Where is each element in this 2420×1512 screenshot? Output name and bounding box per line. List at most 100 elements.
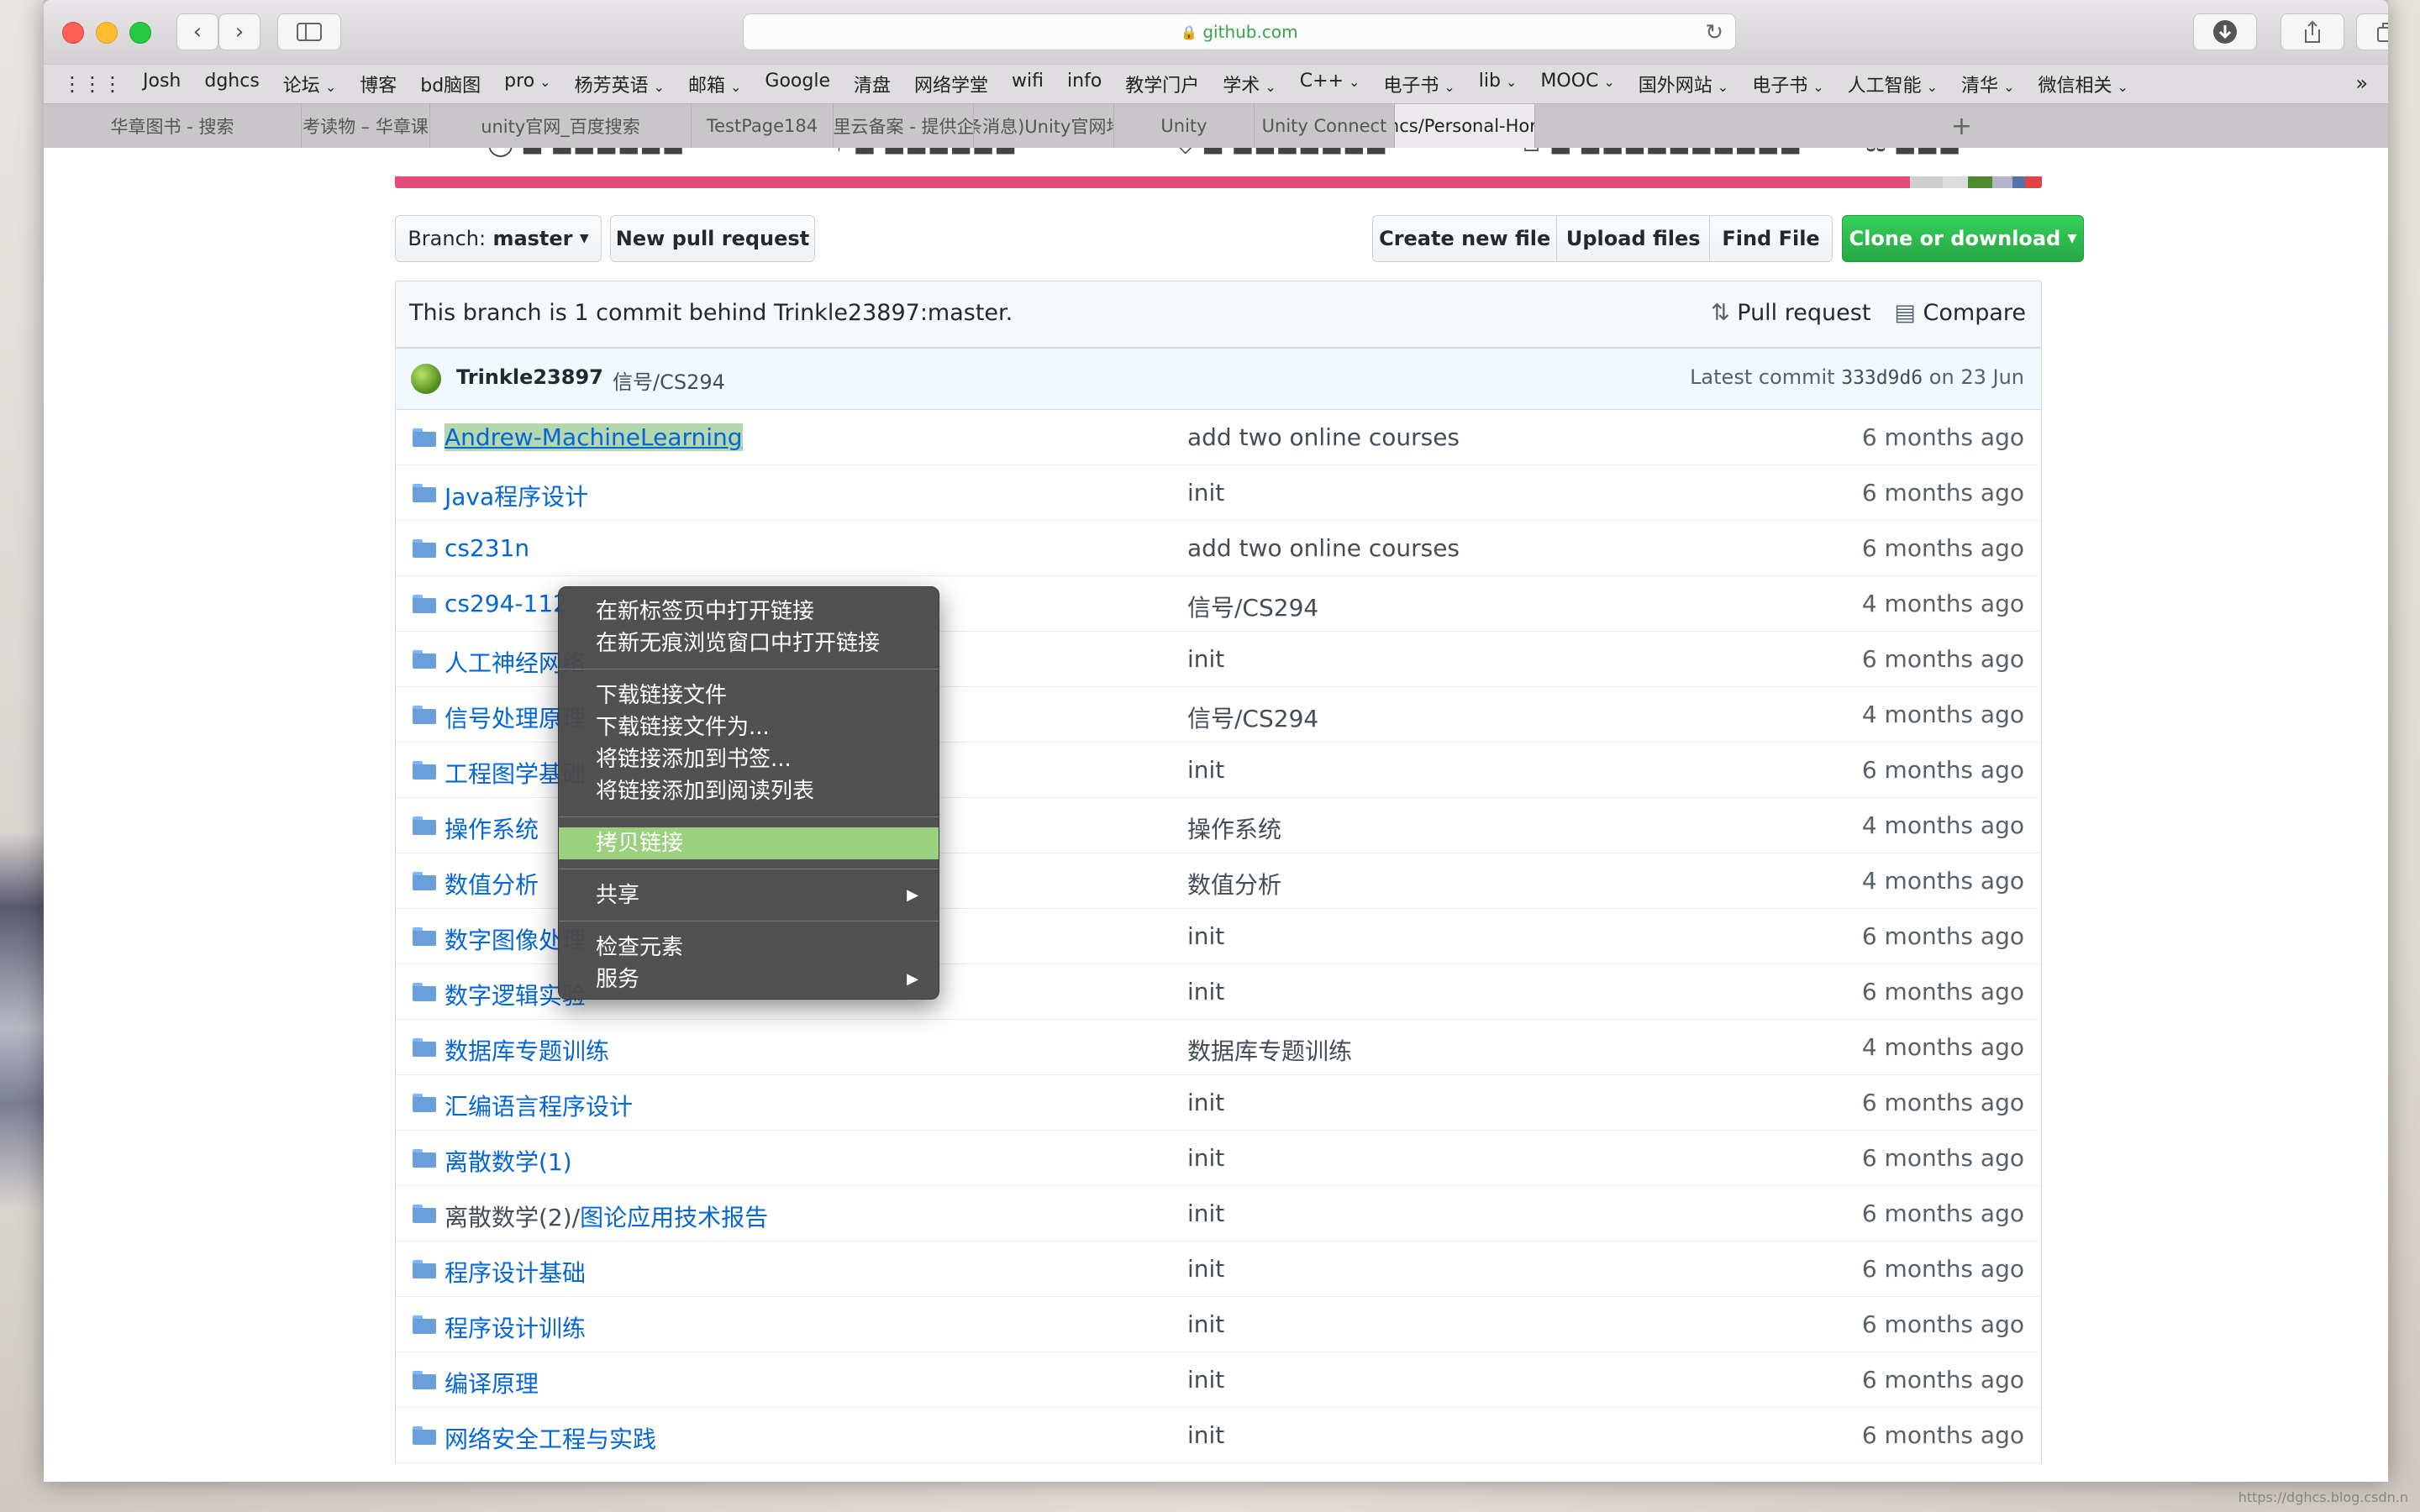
bookmark-item[interactable]: 邮箱 ⌄ [676, 71, 753, 97]
clone-or-download-button[interactable]: Clone or download ▼ [1842, 215, 2084, 262]
folder-link[interactable]: 离散数学(1) [445, 1144, 572, 1178]
bookmarks-more-button[interactable]: » [2355, 71, 2368, 95]
folder-link[interactable]: cs294-112 [445, 590, 568, 617]
language-bar-segment[interactable] [2025, 176, 2042, 188]
back-button[interactable]: ‹ [176, 13, 218, 50]
bookmark-item[interactable]: 电子书 ⌄ [1740, 71, 1835, 97]
commit-message-link[interactable]: init [1187, 1200, 1224, 1227]
commit-message-link[interactable]: 数值分析 [1187, 867, 1281, 900]
bookmark-item[interactable]: 微信相关 ⌄ [2026, 71, 2139, 97]
context-menu-item[interactable]: 将链接添加到书签... [559, 743, 939, 775]
upload-files-button[interactable]: Upload files [1557, 216, 1711, 261]
browser-tab[interactable]: 华章图书 - 搜索 [44, 104, 302, 148]
share-button[interactable] [2281, 13, 2344, 50]
commit-message-link[interactable]: init [1187, 1366, 1224, 1394]
commit-message-link[interactable]: init [1187, 1089, 1224, 1116]
commit-message-link[interactable]: 信号/CS294 [1187, 701, 1318, 734]
folder-link[interactable]: Java程序设计 [445, 479, 588, 512]
commit-message-link[interactable]: init [1187, 756, 1224, 784]
bookmark-item[interactable]: 电子书 ⌄ [1371, 71, 1466, 97]
zoom-window-button[interactable] [129, 22, 151, 44]
commit-message-link[interactable]: init [1187, 1421, 1224, 1449]
folder-link[interactable]: 网络安全工程与实践 [445, 1421, 656, 1455]
language-bar-segment[interactable] [395, 176, 1911, 188]
commit-message-link[interactable]: init [1187, 1255, 1224, 1283]
context-menu-item[interactable]: 将链接添加到阅读列表 [559, 775, 939, 807]
bookmark-item[interactable]: 教学门户 [1113, 71, 1211, 97]
bookmark-item[interactable]: lib ⌄ [1467, 71, 1529, 97]
folder-link[interactable]: 汇编语言程序设计 [445, 1089, 633, 1122]
language-bar-segment[interactable] [1943, 176, 1968, 188]
bookmark-item[interactable]: 国外网站 ⌄ [1627, 71, 1740, 97]
language-bar[interactable] [395, 176, 2042, 188]
bookmark-item[interactable]: 清华 ⌄ [1949, 71, 2026, 97]
commit-message-link[interactable]: 数据库专题训练 [1187, 1033, 1352, 1067]
context-menu-item[interactable]: 拷贝链接 [559, 827, 939, 859]
pull-request-link[interactable]: ⇅ Pull request [1711, 300, 1870, 326]
folder-link[interactable]: Andrew-MachineLearning [445, 423, 743, 451]
commit-message-link[interactable]: 信号/CS294 [613, 365, 725, 395]
context-menu-item[interactable]: 在新标签页中打开链接 [559, 596, 939, 627]
folder-link[interactable]: 程序设计基础 [445, 1255, 586, 1289]
bookmark-item[interactable]: 博客 [348, 71, 408, 97]
language-bar-segment[interactable] [2012, 176, 2026, 188]
sidebar-toggle-button[interactable] [277, 13, 341, 50]
browser-tab[interactable]: dghcs/Personal-Hom... [1395, 104, 1535, 148]
browser-tab[interactable]: 参考读物 – 华章课堂 [302, 104, 430, 148]
folder-name[interactable]: 图论应用技术报告 [580, 1204, 768, 1231]
close-window-button[interactable] [62, 22, 84, 44]
bookmark-item[interactable]: info [1055, 71, 1113, 97]
folder-link[interactable]: 编译原理 [445, 1366, 539, 1399]
minimize-window-button[interactable] [96, 22, 118, 44]
grid-icon[interactable]: ⋮⋮⋮ [62, 72, 123, 96]
branch-select-button[interactable]: Branch: master ▼ [395, 215, 602, 262]
context-menu-item[interactable]: 检查元素 [559, 932, 939, 963]
tab-overview-button[interactable] [2356, 13, 2388, 50]
commit-message-link[interactable]: init [1187, 978, 1224, 1005]
new-tab-button[interactable]: + [1535, 104, 2388, 148]
create-new-file-button[interactable]: Create new file [1373, 216, 1558, 261]
context-menu-item[interactable]: 在新无痕浏览窗口中打开链接 [559, 627, 939, 659]
new-pull-request-button[interactable]: New pull request [610, 215, 815, 262]
bookmark-item[interactable]: 清盘 [842, 71, 902, 97]
bookmark-item[interactable]: bd脑图 [408, 71, 492, 97]
bookmark-item[interactable]: C++ ⌄ [1288, 71, 1372, 97]
find-file-button[interactable]: Find File [1710, 216, 1832, 261]
bookmark-item[interactable]: 杨芳英语 ⌄ [563, 71, 676, 97]
browser-tab[interactable]: unity官网_百度搜索 [430, 104, 692, 148]
bookmark-item[interactable]: 人工智能 ⌄ [1836, 71, 1949, 97]
context-menu-item[interactable]: 下载链接文件 [559, 680, 939, 711]
commit-message-link[interactable]: 操作系统 [1187, 811, 1281, 845]
bookmark-item[interactable]: dghcs [192, 71, 271, 97]
browser-tab[interactable]: Unity Connect [1255, 104, 1395, 148]
bookmark-item[interactable]: Google [753, 71, 842, 97]
bookmark-item[interactable]: wifi [1000, 71, 1055, 97]
bookmark-item[interactable]: MOOC ⌄ [1528, 71, 1626, 97]
language-bar-segment[interactable] [1967, 176, 1993, 188]
commit-sha-link[interactable]: 333d9d6 [1841, 367, 1923, 389]
folder-link[interactable]: cs231n [445, 534, 529, 562]
language-bar-segment[interactable] [1910, 176, 1944, 188]
browser-tab[interactable]: (2条消息)Unity官网地... [974, 104, 1114, 148]
commit-author-link[interactable]: Trinkle23897 [456, 365, 603, 389]
commit-message-link[interactable]: init [1187, 1310, 1224, 1338]
commit-message-link[interactable]: init [1187, 645, 1224, 673]
commit-message-link[interactable]: add two online courses [1187, 534, 1460, 562]
context-menu-item[interactable]: 下载链接文件为... [559, 711, 939, 743]
reload-icon[interactable]: ↻ [1705, 20, 1723, 45]
commit-message-link[interactable]: init [1187, 479, 1224, 507]
folder-link[interactable]: 数值分析 [445, 867, 539, 900]
folder-link[interactable]: 离散数学(2)/图论应用技术报告 [445, 1200, 768, 1233]
bookmark-item[interactable]: 网络学堂 [902, 71, 1000, 97]
address-bar[interactable]: 🔒 github.com ↻ [743, 13, 1736, 50]
browser-tab[interactable]: Unity [1114, 104, 1255, 148]
avatar[interactable] [411, 364, 441, 394]
downloads-button[interactable] [2193, 13, 2257, 50]
forward-button[interactable]: › [218, 13, 260, 50]
folder-link[interactable]: 操作系统 [445, 811, 539, 845]
commit-message-link[interactable]: add two online courses [1187, 423, 1460, 451]
bookmark-item[interactable]: Josh [131, 71, 192, 97]
commit-message-link[interactable]: init [1187, 922, 1224, 950]
bookmark-item[interactable]: 学术 ⌄ [1211, 71, 1287, 97]
commit-message-link[interactable]: 信号/CS294 [1187, 590, 1318, 623]
